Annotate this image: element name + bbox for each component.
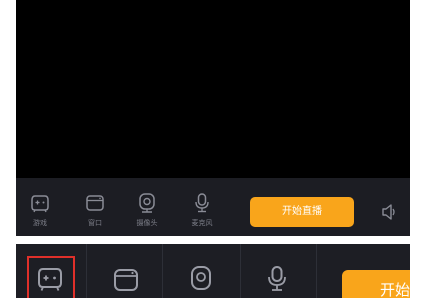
zoomed-window-tool[interactable] [98,244,154,298]
microphone-label: 麦克风 [191,219,213,227]
camera-icon [139,193,155,213]
divider [316,244,317,298]
zoomed-camera-tool[interactable] [173,244,229,298]
gamepad-icon [31,195,49,213]
screenshot-composite: 游戏 窗口 摄像头 麦克风 开始直播 开始 [0,0,438,298]
window-icon [114,269,138,291]
divider [240,244,241,298]
highlight-box [27,256,75,298]
window-icon [86,195,104,211]
divider [86,244,87,298]
stream-preview-area [16,0,410,178]
divider [162,244,163,298]
window-label: 窗口 [88,219,102,227]
panel-separator [0,236,438,244]
zoomed-microphone-tool[interactable] [249,244,305,298]
zoomed-toolbar: 开始 [16,244,410,298]
camera-icon [191,266,211,290]
game-tool[interactable]: 游戏 [20,178,60,236]
zoomed-start-live-button[interactable]: 开始 [342,270,410,298]
microphone-tool[interactable]: 麦克风 [182,178,222,236]
live-app-window: 游戏 窗口 摄像头 麦克风 开始直播 [16,0,410,236]
microphone-icon [195,193,209,213]
window-tool[interactable]: 窗口 [75,178,115,236]
game-label: 游戏 [33,219,47,227]
camera-label: 摄像头 [136,219,158,227]
microphone-icon [268,266,286,291]
camera-tool[interactable]: 摄像头 [127,178,167,236]
speaker-icon[interactable] [380,202,398,222]
start-live-button[interactable]: 开始直播 [250,197,354,227]
